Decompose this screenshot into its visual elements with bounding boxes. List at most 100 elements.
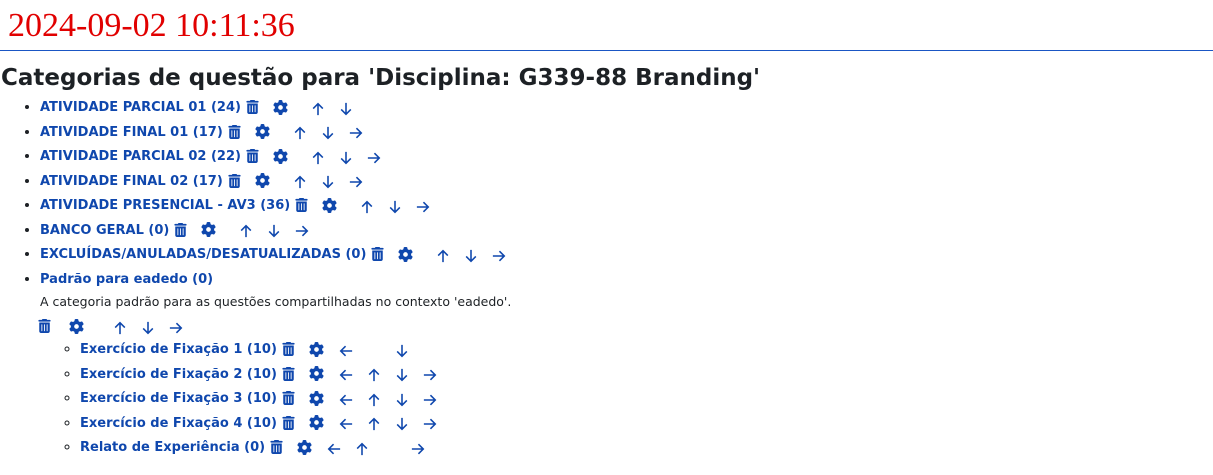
move-slot <box>314 170 342 193</box>
category-link[interactable]: ATIVIDADE PARCIAL 02 (22) <box>40 149 241 164</box>
arrow-down-icon[interactable] <box>339 102 353 116</box>
trash-icon[interactable] <box>282 342 295 357</box>
move-slot <box>260 219 288 242</box>
gear-icon[interactable] <box>309 366 324 382</box>
trash-icon[interactable] <box>270 440 283 455</box>
move-slot <box>332 363 360 386</box>
category-link[interactable]: ATIVIDADE PARCIAL 01 (24) <box>40 100 241 115</box>
gear-icon[interactable] <box>255 124 270 140</box>
trash-icon[interactable] <box>282 391 295 406</box>
arrow-right-icon[interactable] <box>492 249 506 263</box>
move-slot <box>404 437 432 460</box>
trash-icon[interactable] <box>295 198 308 213</box>
arrow-down-icon[interactable] <box>395 393 409 407</box>
move-controls <box>286 120 370 144</box>
arrow-up-icon[interactable] <box>311 151 325 165</box>
arrow-right-icon[interactable] <box>349 126 363 140</box>
arrow-up-icon[interactable] <box>367 417 381 431</box>
arrow-up-icon[interactable] <box>293 175 307 189</box>
arrow-down-icon[interactable] <box>388 200 402 214</box>
arrow-right-icon[interactable] <box>169 321 183 335</box>
arrow-right-icon[interactable] <box>423 393 437 407</box>
trash-icon[interactable] <box>371 247 385 262</box>
arrow-down-icon[interactable] <box>395 368 409 382</box>
gear-icon[interactable] <box>273 99 288 115</box>
arrow-down-icon[interactable] <box>339 151 353 165</box>
category-link[interactable]: Exercício de Fixação 2 (10) <box>80 367 277 382</box>
arrow-up-icon[interactable] <box>239 224 253 238</box>
category-link[interactable]: Padrão para eadedo (0) <box>40 272 213 287</box>
move-controls <box>106 314 190 339</box>
arrow-down-icon[interactable] <box>141 321 155 335</box>
trash-icon[interactable] <box>246 149 259 164</box>
arrow-down-icon[interactable] <box>321 175 335 189</box>
arrow-right-icon[interactable] <box>349 175 363 189</box>
gear-icon[interactable] <box>309 341 324 357</box>
arrow-up-icon[interactable] <box>367 393 381 407</box>
gear-icon[interactable] <box>398 246 413 262</box>
default-category-actions <box>38 313 1213 337</box>
trash-icon[interactable] <box>228 173 241 188</box>
arrow-up-icon[interactable] <box>113 321 127 335</box>
category-link[interactable]: EXCLUÍDAS/ANULADAS/DESATUALIZADAS (0) <box>40 247 366 262</box>
gear-icon[interactable] <box>273 148 288 164</box>
arrow-up-icon[interactable] <box>367 368 381 382</box>
category-list: ATIVIDADE PARCIAL 01 (24) ATIVIDADE FINAL… <box>0 95 1213 460</box>
arrow-left-icon[interactable] <box>339 344 353 358</box>
arrow-right-icon[interactable] <box>423 417 437 431</box>
category-link[interactable]: ATIVIDADE FINAL 01 (17) <box>40 125 223 140</box>
arrow-right-icon[interactable] <box>416 200 430 214</box>
category-link[interactable]: BANCO GERAL (0) <box>40 223 169 238</box>
gear-icon[interactable] <box>309 390 324 406</box>
arrow-right-icon[interactable] <box>411 442 425 456</box>
move-slot <box>304 146 332 169</box>
gear-icon[interactable] <box>297 439 312 455</box>
gear-icon[interactable] <box>201 222 216 238</box>
category-link[interactable]: Relato de Experiência (0) <box>80 440 265 455</box>
gear-icon[interactable] <box>69 318 84 334</box>
timestamp: 2024-09-02 10:11:36 <box>8 7 295 44</box>
arrow-down-icon[interactable] <box>321 126 335 140</box>
move-slot <box>416 363 444 386</box>
category-link[interactable]: Exercício de Fixação 1 (10) <box>80 342 277 357</box>
header-divider <box>0 50 1213 51</box>
trash-icon[interactable] <box>228 124 241 139</box>
trash-icon[interactable] <box>38 319 51 334</box>
category-link[interactable]: ATIVIDADE FINAL 02 (17) <box>40 174 223 189</box>
move-slot <box>429 244 457 267</box>
category-link[interactable]: ATIVIDADE PRESENCIAL - AV3 (36) <box>40 198 290 213</box>
arrow-left-icon[interactable] <box>327 442 341 456</box>
gear-icon[interactable] <box>255 173 270 189</box>
arrow-right-icon[interactable] <box>423 368 437 382</box>
trash-icon[interactable] <box>282 366 295 381</box>
arrow-up-icon[interactable] <box>360 200 374 214</box>
arrow-up-icon[interactable] <box>355 442 369 456</box>
arrow-up-icon[interactable] <box>436 249 450 263</box>
arrow-down-icon[interactable] <box>395 417 409 431</box>
arrow-left-icon[interactable] <box>339 417 353 431</box>
move-slot <box>360 363 388 386</box>
trash-icon[interactable] <box>174 222 187 237</box>
arrow-up-icon[interactable] <box>311 102 325 116</box>
arrow-down-icon[interactable] <box>395 344 409 358</box>
arrow-left-icon[interactable] <box>339 393 353 407</box>
trash-icon[interactable] <box>282 415 295 430</box>
gear-icon[interactable] <box>322 197 337 213</box>
gear-icon[interactable] <box>309 415 324 431</box>
move-slot <box>320 437 348 460</box>
arrow-right-icon[interactable] <box>367 151 381 165</box>
arrow-up-icon[interactable] <box>293 126 307 140</box>
move-slot <box>332 146 360 169</box>
arrow-down-icon[interactable] <box>267 224 281 238</box>
category-item: ATIVIDADE PRESENCIAL - AV3 (36) <box>40 193 1213 218</box>
move-controls <box>332 338 444 362</box>
category-item: ATIVIDADE FINAL 01 (17) <box>40 120 1213 145</box>
move-slot <box>332 388 360 411</box>
trash-icon[interactable] <box>246 100 259 115</box>
move-controls <box>304 145 388 169</box>
arrow-right-icon[interactable] <box>295 224 309 238</box>
arrow-left-icon[interactable] <box>339 368 353 382</box>
category-link[interactable]: Exercício de Fixação 4 (10) <box>80 416 277 431</box>
category-link[interactable]: Exercício de Fixação 3 (10) <box>80 391 277 406</box>
arrow-down-icon[interactable] <box>464 249 478 263</box>
